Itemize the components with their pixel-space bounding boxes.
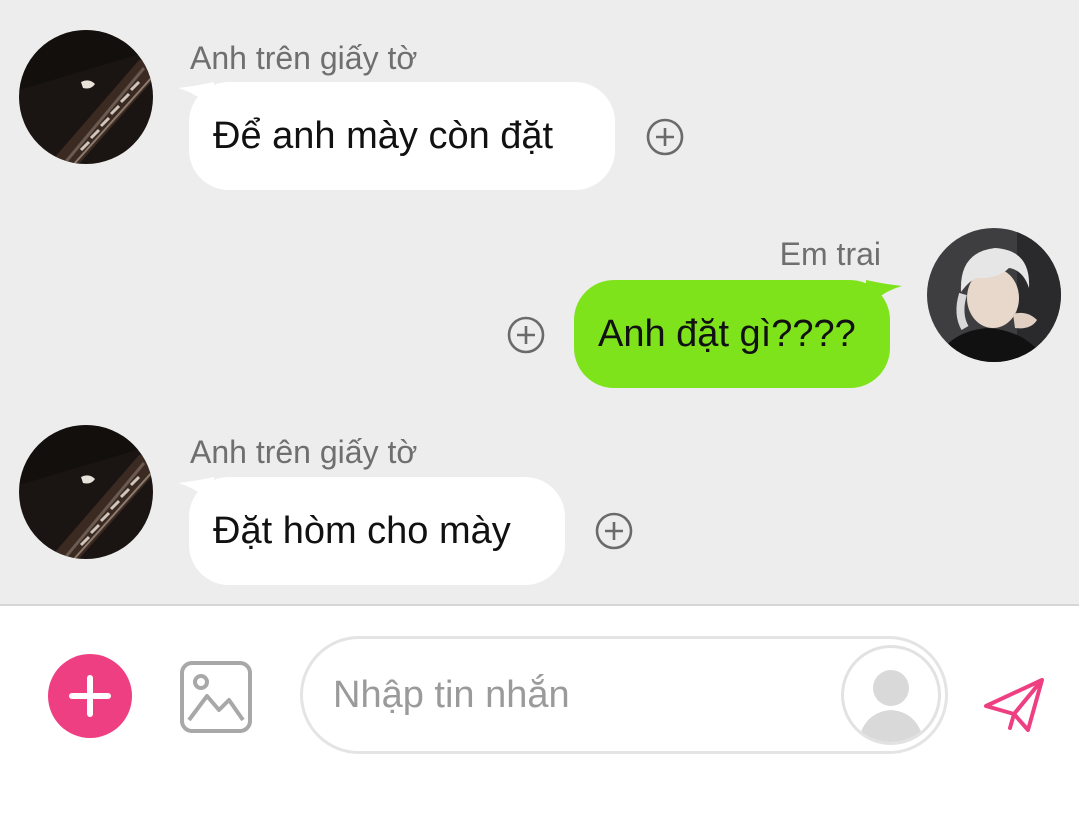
add-reaction-icon[interactable] — [645, 117, 685, 157]
plus-icon — [69, 675, 111, 717]
sender-avatar[interactable] — [19, 30, 153, 164]
send-button[interactable] — [980, 672, 1048, 738]
voice-avatar-button[interactable] — [841, 645, 941, 745]
sender-name: Anh trên giấy tờ — [190, 434, 418, 470]
add-attachment-button[interactable] — [48, 654, 132, 738]
image-icon — [180, 661, 252, 733]
message-bubble[interactable]: Để anh mày còn đặt — [189, 82, 615, 190]
white-hair-person-avatar-icon — [927, 228, 1061, 362]
sender-name: Em trai — [779, 236, 881, 272]
message-input-field[interactable] — [300, 636, 948, 754]
sender-avatar[interactable] — [19, 425, 153, 559]
message-bubble[interactable]: Anh đặt gì???? — [574, 280, 890, 388]
add-reaction-icon[interactable] — [594, 511, 634, 551]
message-bubble[interactable]: Đặt hòm cho mày — [189, 477, 565, 585]
paper-plane-icon — [984, 678, 1044, 732]
message-input[interactable] — [333, 663, 833, 727]
chat-message-list[interactable]: Anh trên giấy tờ Để anh mày còn đặt Em t… — [0, 0, 1079, 604]
person-silhouette-icon — [858, 670, 924, 742]
own-avatar[interactable] — [927, 228, 1061, 362]
add-reaction-icon[interactable] — [506, 315, 546, 355]
message-composer — [0, 606, 1079, 817]
sender-name: Anh trên giấy tờ — [190, 40, 418, 76]
dark-staircase-avatar-icon — [19, 425, 153, 559]
dark-staircase-avatar-icon — [19, 30, 153, 164]
send-image-button[interactable] — [179, 660, 253, 734]
